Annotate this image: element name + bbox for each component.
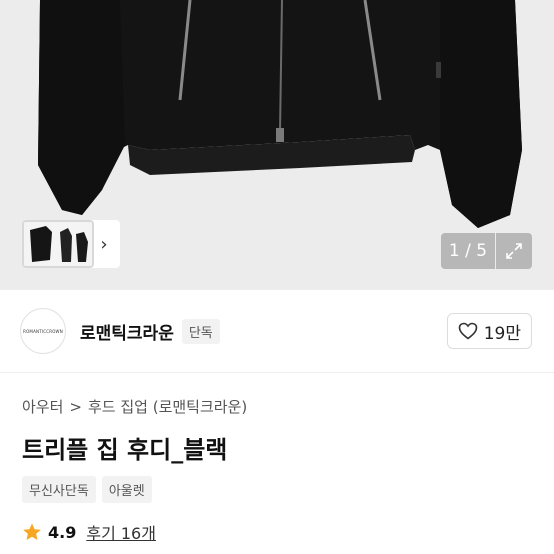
product-tags: 무신사단독 아울렛	[22, 476, 152, 503]
product-title: 트리플 집 후디_블랙	[22, 436, 228, 464]
tag-exclusive: 무신사단독	[22, 476, 96, 503]
product-image-gallery[interactable]: › 1 / 5	[0, 0, 554, 290]
breadcrumb-separator: >	[69, 397, 82, 416]
divider	[0, 372, 554, 373]
breadcrumb-subcategory[interactable]: 후드 집업 (로맨틱크라운)	[88, 396, 247, 417]
brand-name[interactable]: 로맨틱크라운	[80, 319, 174, 344]
exclusive-badge: 단독	[181, 318, 220, 344]
rating-row: 4.9 후기 16개	[22, 520, 156, 544]
brand-row: ROMANTICCROWN 로맨틱크라운 단독 19만	[0, 298, 554, 364]
chevron-right-icon[interactable]: ›	[94, 220, 114, 268]
thumbnail-strip: ›	[22, 220, 120, 268]
brand-logo-text: ROMANTICCROWN	[23, 328, 63, 334]
like-count: 19만	[483, 323, 521, 344]
rating-value: 4.9	[48, 522, 77, 542]
star-icon	[23, 523, 41, 540]
heart-outline-icon	[458, 322, 478, 340]
review-count-link[interactable]: 후기 16개	[86, 520, 156, 544]
tag-outlet: 아울렛	[101, 476, 152, 503]
brand-logo[interactable]: ROMANTICCROWN	[20, 308, 66, 354]
like-button[interactable]: 19만	[446, 313, 532, 349]
page-indicator: 1 / 5	[441, 233, 495, 269]
thumbnail-1[interactable]	[22, 220, 94, 268]
expand-button[interactable]	[496, 233, 532, 269]
expand-arrows-icon	[506, 243, 522, 259]
breadcrumb: 아우터 > 후드 집업 (로맨틱크라운)	[22, 396, 247, 417]
breadcrumb-category[interactable]: 아우터	[22, 396, 63, 417]
